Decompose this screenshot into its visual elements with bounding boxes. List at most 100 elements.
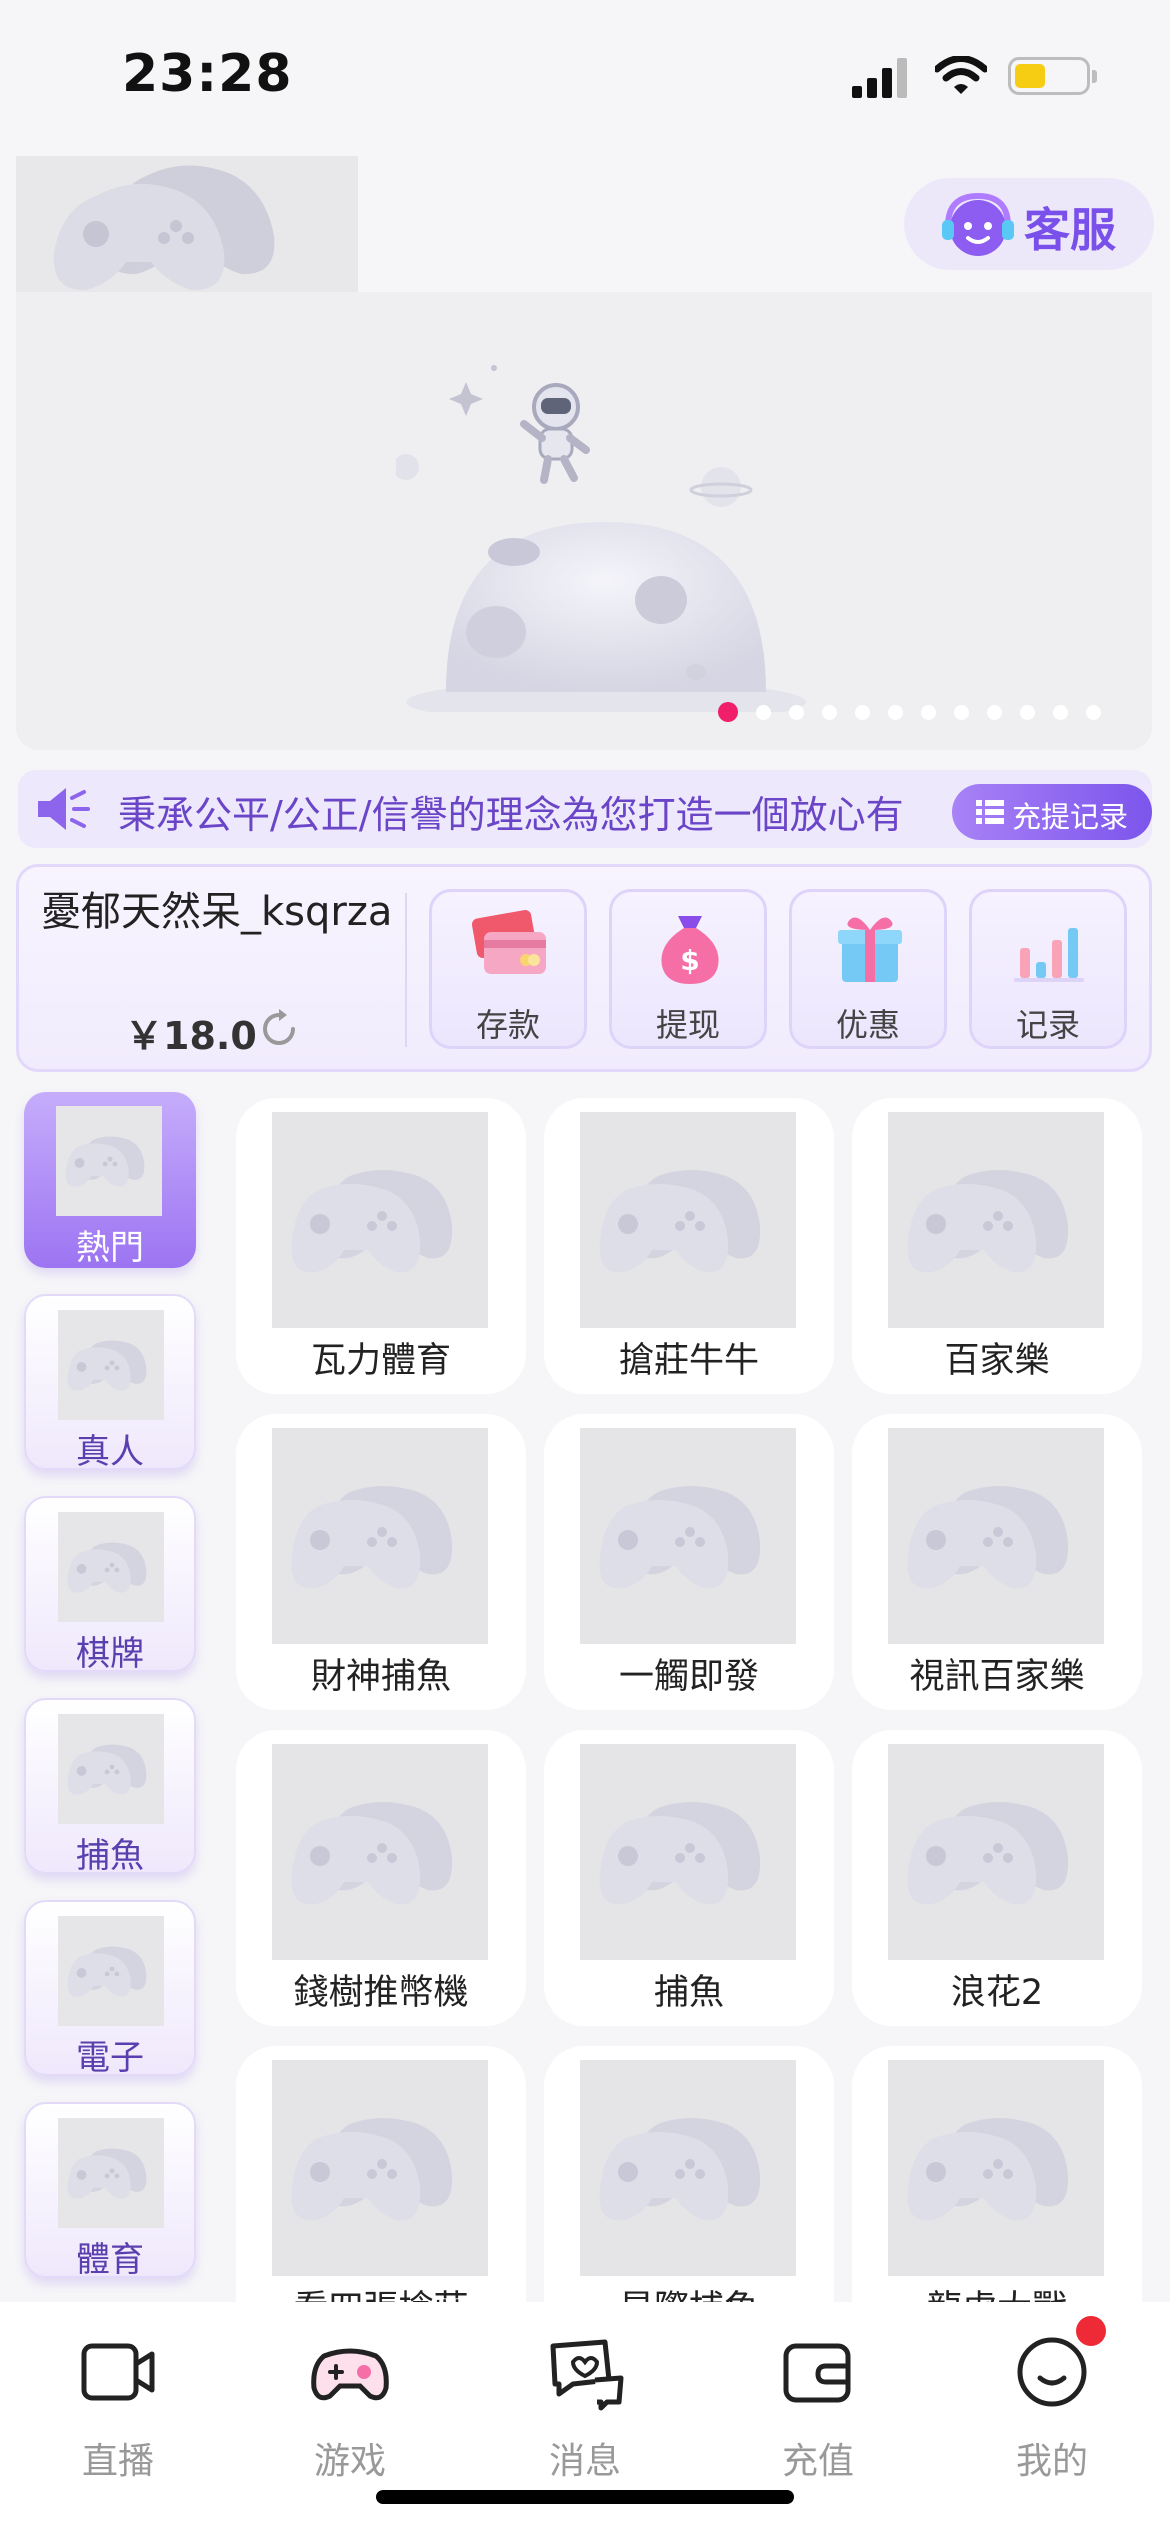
category-thumbnail <box>58 1512 164 1622</box>
banner-dot[interactable] <box>822 704 837 720</box>
game-thumbnail <box>272 1112 488 1328</box>
game-thumbnail <box>580 1428 796 1644</box>
tab-games[interactable]: 游戏 <box>260 2332 440 2482</box>
gamepad-placeholder-icon <box>67 1542 147 1593</box>
banner-dot[interactable] <box>1053 704 1068 720</box>
gamepad-placeholder-icon <box>65 1136 145 1187</box>
banner-dot[interactable] <box>987 704 1002 720</box>
status-time: 23:28 <box>122 44 293 104</box>
game-card[interactable]: 百家樂 <box>852 1098 1142 1394</box>
tab-messages[interactable]: 消息 <box>495 2332 675 2482</box>
withdraw-button[interactable]: $ 提现 <box>609 889 767 1049</box>
game-card[interactable]: 瓦力體育 <box>236 1098 526 1394</box>
promo-banner[interactable] <box>16 292 1152 750</box>
banner-dot[interactable] <box>718 702 738 722</box>
tab-live-label: 直播 <box>81 2441 154 2482</box>
announcement-text: 秉承公平/公正/信譽的理念為您打造一個放心有 <box>118 793 904 837</box>
banner-dot[interactable] <box>1086 704 1101 720</box>
game-thumbnail <box>580 1744 796 1960</box>
signal-icon <box>852 58 907 98</box>
game-thumbnail <box>888 1428 1104 1644</box>
message-icon <box>550 2339 624 2411</box>
home-indicator <box>376 2490 794 2504</box>
banner-dot[interactable] <box>954 704 969 720</box>
game-card[interactable]: 捕魚 <box>544 1730 834 2026</box>
svg-text:$: $ <box>680 944 699 977</box>
customer-service-label: 客服 <box>1024 203 1116 257</box>
gamepad-placeholder-icon <box>599 1486 761 1589</box>
tab-recharge-label: 充值 <box>781 2441 854 2482</box>
banner-dot[interactable] <box>855 704 870 720</box>
refresh-icon[interactable] <box>257 1007 301 1051</box>
tab-live[interactable]: 直播 <box>28 2332 208 2482</box>
balance-amount: ￥18.0 <box>125 1014 257 1058</box>
game-card[interactable]: 星際捕魚 <box>544 2046 834 2302</box>
category-thumbnail <box>58 1310 164 1420</box>
game-thumbnail <box>272 2060 488 2276</box>
game-card[interactable]: 浪花2 <box>852 1730 1142 2026</box>
banner-dot[interactable] <box>756 704 771 720</box>
game-thumbnail <box>580 2060 796 2276</box>
game-thumbnail <box>272 1428 488 1644</box>
category-label: 捕魚 <box>76 1836 144 1874</box>
gamepad-placeholder-icon <box>907 2118 1069 2221</box>
gamepad-placeholder-icon <box>53 165 275 291</box>
category-label: 熱門 <box>76 1228 144 1268</box>
profile-icon <box>1017 2337 1087 2407</box>
category-thumbnail <box>58 2118 164 2228</box>
gamepad-placeholder-icon <box>67 1744 147 1795</box>
game-name: 搶莊牛牛 <box>618 1341 759 1381</box>
banner-dot[interactable] <box>888 704 903 720</box>
game-name: 星際捕魚 <box>544 2280 834 2302</box>
banner-pagination[interactable] <box>718 702 1101 722</box>
deposit-button[interactable]: 存款 <box>429 889 587 1049</box>
banner-dot[interactable] <box>1020 704 1035 720</box>
records-label: 记录 <box>1015 1006 1080 1044</box>
game-name: 錢樹推幣機 <box>293 1973 469 2013</box>
tab-profile[interactable]: 我的 <box>962 2332 1142 2482</box>
deposit-label: 存款 <box>475 1006 540 1044</box>
gift-icon <box>838 917 902 982</box>
banner-dot[interactable] <box>921 704 936 720</box>
gamepad-placeholder-icon <box>291 2118 453 2221</box>
gamepad-placeholder-icon <box>67 1946 147 1997</box>
bar-chart-icon <box>1014 928 1084 982</box>
game-thumbnail <box>272 1744 488 1960</box>
tab-messages-label: 消息 <box>548 2441 621 2482</box>
game-card[interactable]: 財神捕魚 <box>236 1414 526 1710</box>
category-2[interactable]: 棋牌 <box>24 1496 196 1672</box>
category-thumbnail <box>58 1916 164 2026</box>
list-icon <box>976 800 1004 824</box>
gamepad-placeholder-icon <box>599 2118 761 2221</box>
game-card[interactable]: 視訊百家樂 <box>852 1414 1142 1710</box>
tab-games-label: 游戏 <box>313 2441 386 2482</box>
tab-recharge[interactable]: 充值 <box>728 2332 908 2482</box>
game-name: 龍虎大戰 <box>852 2280 1142 2302</box>
category-0[interactable]: 熱門 <box>24 1092 196 1268</box>
game-card[interactable]: 搶莊牛牛 <box>544 1098 834 1394</box>
game-thumbnail <box>580 1112 796 1328</box>
money-bag-icon: $ <box>661 916 719 984</box>
empty-moon-illustration <box>396 365 806 712</box>
game-name: 捕魚 <box>653 1973 724 2013</box>
game-card[interactable]: 錢樹推幣機 <box>236 1730 526 2026</box>
game-card[interactable]: 看四張搶莊 <box>236 2046 526 2302</box>
gamepad-placeholder-icon <box>291 1802 453 1905</box>
game-card[interactable]: 一觸即發 <box>544 1414 834 1710</box>
wallet-icon <box>783 2343 851 2403</box>
banner-dot[interactable] <box>789 704 804 720</box>
game-thumbnail <box>888 2060 1104 2276</box>
customer-service-button[interactable]: 客服 <box>904 178 1154 270</box>
category-4[interactable]: 電子 <box>24 1900 196 2076</box>
category-5[interactable]: 體育 <box>24 2102 196 2278</box>
deposit-withdraw-record-button[interactable]: 充提记录 <box>952 784 1152 840</box>
game-name: 瓦力體育 <box>310 1341 451 1381</box>
records-button[interactable]: 记录 <box>969 889 1127 1049</box>
game-name: 視訊百家樂 <box>909 1657 1085 1697</box>
category-3[interactable]: 捕魚 <box>24 1698 196 1874</box>
camera-icon <box>81 2343 155 2401</box>
category-1[interactable]: 真人 <box>24 1294 196 1470</box>
promotions-button[interactable]: 优惠 <box>789 889 947 1049</box>
promotions-label: 优惠 <box>835 1006 900 1044</box>
game-card[interactable]: 龍虎大戰 <box>852 2046 1142 2302</box>
